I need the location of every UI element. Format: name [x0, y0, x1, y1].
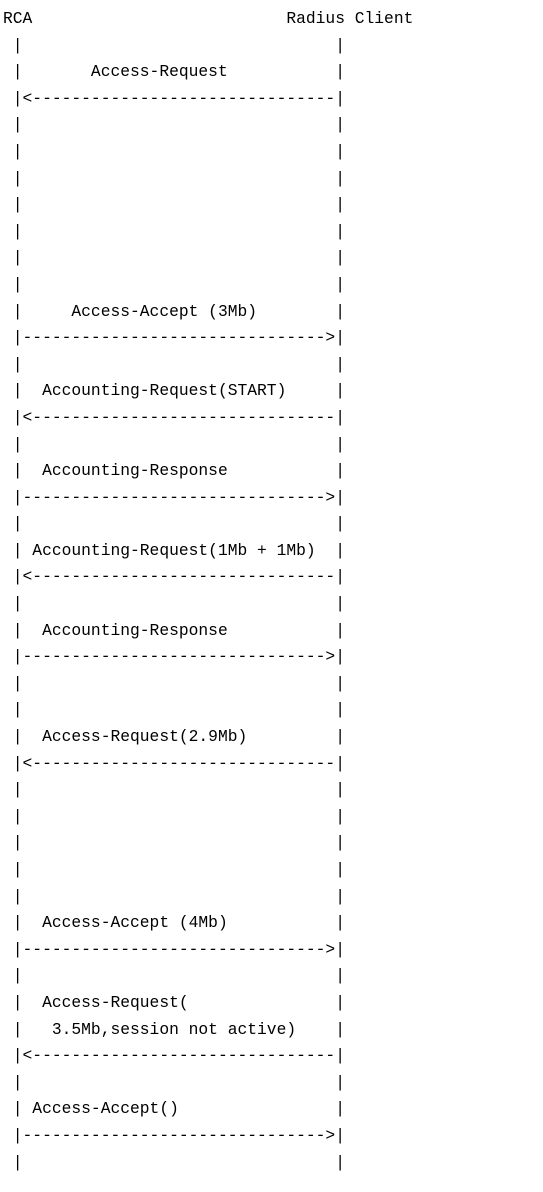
- diagram-line: | |: [3, 115, 345, 135]
- diagram-line: |------------------------------->|: [3, 1125, 345, 1145]
- diagram-line: | |: [3, 248, 345, 268]
- diagram-line: |------------------------------->|: [3, 939, 345, 959]
- diagram-line: | Access-Request(2.9Mb) |: [3, 727, 345, 747]
- diagram-line: RCA Radius Client: [3, 9, 414, 28]
- diagram-line: |<-------------------------------|: [3, 753, 345, 773]
- diagram-line: | |: [3, 860, 345, 879]
- diagram-line: |------------------------------->|: [3, 647, 345, 667]
- diagram-line: | 3.5Mb,session not active) |: [3, 1019, 345, 1039]
- diagram-line: | Accounting-Response |: [3, 620, 345, 640]
- diagram-line: | |: [3, 168, 345, 188]
- diagram-line: |<-------------------------------|: [3, 567, 345, 587]
- sequence-diagram: RCA Radius Client | | | Access-Request |…: [0, 0, 543, 1192]
- diagram-line: | Access-Accept (4Mb) |: [3, 913, 345, 933]
- diagram-line: |------------------------------->|: [3, 487, 345, 507]
- diagram-line: | |: [3, 35, 345, 55]
- diagram-line: | |: [3, 806, 345, 826]
- diagram-line: | Access-Accept() |: [3, 1099, 345, 1119]
- diagram-line: | |: [3, 195, 345, 215]
- diagram-line: | |: [3, 594, 345, 614]
- diagram-line: | |: [3, 673, 345, 693]
- diagram-line: | Accounting-Request(START) |: [3, 381, 345, 401]
- diagram-line: | Access-Request |: [3, 62, 345, 82]
- diagram-line: |<-------------------------------|: [3, 1046, 345, 1066]
- diagram-line: |<-------------------------------|: [3, 407, 345, 427]
- diagram-line: | Accounting-Response |: [3, 461, 345, 481]
- diagram-line: | |: [3, 700, 345, 720]
- diagram-line: | |: [3, 1072, 345, 1092]
- diagram-line: | |: [3, 966, 345, 986]
- diagram-line: |<-------------------------------|: [3, 88, 345, 108]
- diagram-line: | Access-Accept (3Mb) |: [3, 301, 345, 321]
- diagram-line: | |: [3, 1152, 345, 1172]
- diagram-line: | |: [3, 274, 345, 294]
- diagram-line: | |: [3, 221, 345, 241]
- diagram-line: | |: [3, 354, 345, 374]
- diagram-line: | |: [3, 833, 345, 853]
- diagram-line: |------------------------------->|: [3, 328, 345, 348]
- diagram-line: | |: [3, 514, 345, 534]
- diagram-line: | |: [3, 886, 345, 906]
- diagram-line: | |: [3, 141, 345, 161]
- diagram-line: | |: [3, 780, 345, 800]
- diagram-line: | |: [3, 434, 345, 454]
- diagram-line: | Access-Request( |: [3, 992, 345, 1012]
- ascii-sequence-diagram: RCA Radius Client | | | Access-Request |…: [3, 6, 413, 1176]
- diagram-line: | Accounting-Request(1Mb + 1Mb) |: [3, 540, 345, 560]
